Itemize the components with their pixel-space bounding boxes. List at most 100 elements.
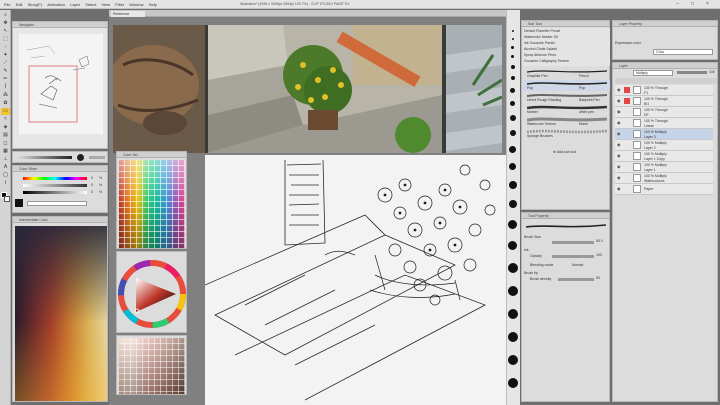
eye-icon[interactable]: ◉ (617, 88, 621, 92)
lasso-tool-icon[interactable]: ◌ (1, 44, 10, 51)
eyedropper-tool-icon[interactable]: ⟋ (1, 60, 10, 67)
opacity-value[interactable]: 100 (596, 253, 602, 257)
maximize-icon[interactable]: □ (691, 0, 694, 9)
airbrush-tool-icon[interactable]: ⁂ (1, 92, 10, 99)
eye-icon[interactable]: ◉ (617, 99, 621, 103)
brush-size-dot[interactable] (512, 38, 514, 40)
brush-group-tab[interactable]: Gouache (524, 59, 538, 63)
brush-size-slider[interactable] (17, 156, 72, 159)
menu-story[interactable]: Story(F) (28, 0, 42, 9)
brush-row[interactable]: Marker white pen (523, 104, 610, 115)
brush-group-tab[interactable]: Airbrush (534, 53, 547, 57)
layer-opacity-slider[interactable] (677, 71, 707, 74)
blending-mode-value[interactable]: Normal (572, 263, 583, 267)
brush-size-dot[interactable] (508, 263, 518, 273)
brush-size-dot[interactable] (510, 115, 516, 121)
brush-size-dot[interactable] (509, 200, 517, 208)
brush-group-tab[interactable]: Splash (546, 47, 557, 51)
eye-icon[interactable]: ◉ (617, 187, 621, 191)
brush-size-dot[interactable] (508, 332, 518, 342)
brush-size-dot[interactable] (510, 101, 515, 106)
color-value-bar[interactable] (27, 201, 87, 206)
brush-group-tab[interactable]: Gouache (530, 41, 544, 45)
brush-density-slider[interactable] (558, 278, 594, 281)
brush-size-dot[interactable] (508, 355, 518, 365)
layer-row[interactable]: ◉ 100 % Through BG (615, 96, 713, 107)
menu-layer[interactable]: Layer (70, 0, 80, 9)
brush-size-dot[interactable] (512, 30, 514, 32)
eye-icon[interactable]: ◉ (617, 132, 621, 136)
brush-density-value[interactable]: 50 (596, 276, 600, 280)
menu-window[interactable]: Window (129, 0, 143, 9)
menu-filter[interactable]: Filter (115, 0, 124, 9)
brush-group-tab[interactable]: Pencil (551, 29, 561, 33)
brush-group-tab[interactable]: Ink (524, 41, 529, 45)
brush-group-tab[interactable]: Oil (554, 35, 558, 39)
fill-tool-icon[interactable]: ◈ (1, 124, 10, 131)
layer-row[interactable]: ◉ 100 % Through F1 (615, 85, 713, 96)
brush-size-dot[interactable] (511, 55, 514, 58)
operation-tool-icon[interactable]: ↖ (1, 28, 10, 35)
brush-size-dot[interactable] (508, 220, 517, 229)
brush-row[interactable]: Graphite Pen Pencil (523, 68, 610, 79)
brush-tool-icon[interactable]: ꟾ (1, 84, 10, 91)
sub-color-swatch[interactable] (4, 196, 10, 202)
balloon-tool-icon[interactable]: ◯ (1, 172, 10, 179)
menu-animation[interactable]: Animation (47, 0, 65, 9)
brush-group-tab[interactable]: Planetlin (536, 29, 549, 33)
brush-group-tab[interactable]: Alcohol (524, 47, 535, 51)
brush-size-dot[interactable] (508, 378, 518, 388)
layer-row[interactable]: ◉ 100 % Through DF (615, 107, 713, 118)
close-icon[interactable]: × (706, 0, 709, 9)
approximate-color-grid[interactable] (119, 338, 185, 394)
brush-row[interactable]: Watercolor Texture Noise (523, 116, 610, 127)
blend-mode-select[interactable]: Multiply (633, 70, 673, 76)
move-tool-icon[interactable]: ✥ (1, 20, 10, 27)
brush-size-dot[interactable] (511, 46, 514, 49)
drawing-canvas[interactable] (205, 155, 513, 405)
brush-size-dot[interactable] (510, 130, 516, 136)
brush-size-dot[interactable] (508, 286, 518, 296)
color-mixing-grid[interactable] (15, 226, 107, 401)
brush-size-dot[interactable] (509, 146, 516, 153)
frame-tool-icon[interactable]: ▦ (1, 148, 10, 155)
brush-group-tab[interactable]: Chalk (536, 47, 545, 51)
brush-row[interactable]: Ummi Rough Shading Ballpoint Pen (523, 92, 610, 103)
figure-tool-icon[interactable]: ◻ (1, 140, 10, 147)
brush-row-selected[interactable]: Pop Pop (523, 80, 610, 91)
eye-icon[interactable]: ◉ (617, 154, 621, 158)
brush-group-tab[interactable]: Default (524, 29, 535, 33)
add-sub-tool-button[interactable]: ⊕ Add sub tool (553, 150, 576, 154)
correct-line-tool-icon[interactable]: ⌇ (1, 180, 10, 187)
selection-tool-icon[interactable]: ⬚ (1, 36, 10, 43)
ruler-tool-icon[interactable]: ⊥ (1, 156, 10, 163)
brush-size-dot[interactable] (508, 241, 517, 250)
menu-file[interactable]: File (4, 0, 10, 9)
brush-size-dot[interactable] (510, 88, 515, 93)
wand-tool-icon[interactable]: ✦ (1, 52, 10, 59)
layer-row[interactable]: ◉ 100 % Through Linear (615, 118, 713, 129)
layer-row[interactable]: ◉ 100 % Multiply Watercolours (615, 173, 713, 184)
navigator-preview[interactable] (19, 34, 103, 134)
layer-opacity-value[interactable]: 100 (709, 70, 715, 74)
eye-icon[interactable]: ◉ (617, 165, 621, 169)
brush-group-tab[interactable]: Texture (558, 59, 569, 63)
brush-group-tab[interactable]: Calligraphy (539, 59, 557, 63)
expression-color-select[interactable]: Color (653, 49, 713, 55)
brush-group-tab[interactable]: Spray (524, 53, 533, 57)
reference-tab[interactable]: Reference (111, 11, 145, 17)
brush-size-dot[interactable] (511, 65, 515, 69)
menu-select[interactable]: Select (85, 0, 96, 9)
eye-icon[interactable]: ◉ (617, 110, 621, 114)
blend-tool-icon[interactable]: ≈ (1, 116, 10, 123)
brush-size-field[interactable] (89, 156, 105, 159)
brush-group-tab[interactable]: Watercolor (524, 35, 541, 39)
layer-row[interactable]: ◉ Paper (615, 184, 713, 195)
brush-row[interactable]: Sponge Brushes (523, 128, 610, 139)
minimize-icon[interactable]: – (676, 0, 679, 9)
color-wheel[interactable] (118, 256, 187, 332)
brush-size-dot[interactable] (509, 181, 517, 189)
menu-help[interactable]: Help (149, 0, 157, 9)
hue-slider[interactable] (23, 177, 87, 180)
gradient-tool-icon[interactable]: ▤ (1, 132, 10, 139)
